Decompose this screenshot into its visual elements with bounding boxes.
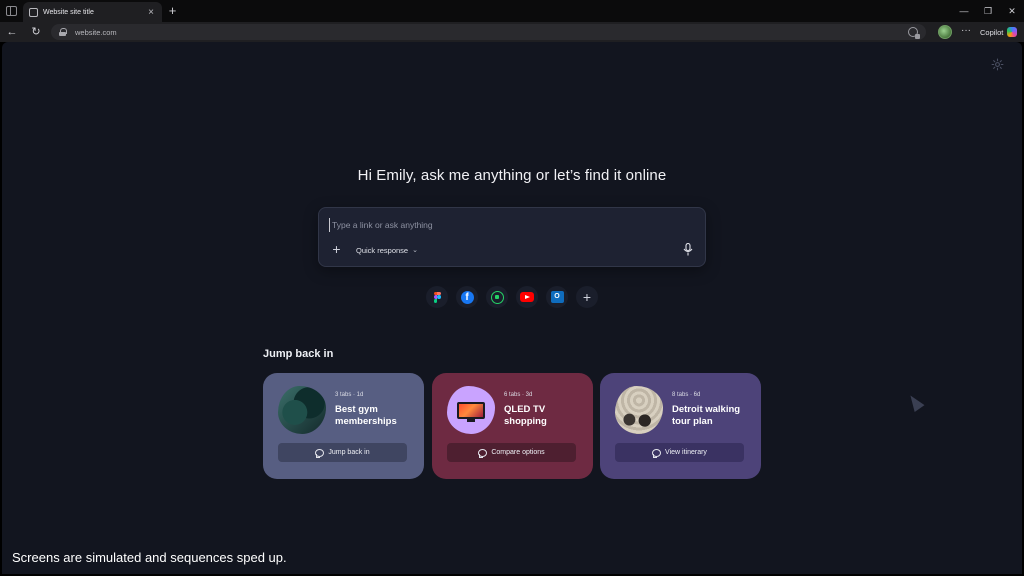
jump-back-in-heading: Jump back in xyxy=(263,348,334,360)
card-title: Detroit walking tour plan xyxy=(672,404,741,427)
shortcut-figma[interactable] xyxy=(426,286,448,308)
response-mode-dropdown[interactable]: Quick response ⌄ xyxy=(352,242,422,258)
plus-icon: + xyxy=(582,289,592,305)
settings-gear-icon[interactable] xyxy=(991,58,1004,71)
jump-back-card-gym[interactable]: 3 tabs · 1d Best gym memberships Jump ba… xyxy=(263,373,424,479)
site-info-icon[interactable] xyxy=(908,27,920,39)
shortcut-youtube[interactable] xyxy=(516,286,538,308)
figma-icon xyxy=(433,291,441,303)
tab-active[interactable]: Website site title × xyxy=(23,2,162,22)
jump-back-in-button[interactable]: Jump back in xyxy=(278,443,407,462)
window-controls: — ❐ ✕ xyxy=(952,0,1024,22)
card-meta: 8 tabs · 6d xyxy=(672,392,701,398)
card-action-label: Compare options xyxy=(491,449,545,456)
lock-icon xyxy=(59,28,67,36)
profile-avatar[interactable] xyxy=(938,25,952,39)
copilot-label: Copilot xyxy=(980,27,1004,37)
card-meta: 6 tabs · 3d xyxy=(504,392,533,398)
shortcuts-row: f O + xyxy=(426,286,598,308)
simulation-disclaimer: Screens are simulated and sequences sped… xyxy=(12,550,287,565)
view-itinerary-button[interactable]: View itinerary xyxy=(615,443,744,462)
greeting-heading: Hi Emily, ask me anything or let’s find … xyxy=(357,167,667,184)
add-attachment-button[interactable]: + xyxy=(329,242,344,257)
ask-input[interactable] xyxy=(329,218,669,232)
new-tab-page: Hi Emily, ask me anything or let’s find … xyxy=(2,42,1022,574)
card-title: QLED TV shopping xyxy=(504,404,547,427)
browser-toolbar: ← ↻ website.com ··· Copilot xyxy=(0,22,1024,42)
reload-button[interactable]: ↻ xyxy=(28,24,44,40)
back-button[interactable]: ← xyxy=(4,24,20,40)
card-thumbnail-image xyxy=(278,386,326,434)
card-title: Best gym memberships xyxy=(335,404,397,427)
card-thumbnail-image xyxy=(447,386,495,434)
copilot-icon xyxy=(1007,27,1018,37)
chat-bubble-icon xyxy=(315,448,325,458)
card-thumbnail-image xyxy=(615,386,663,434)
shortcut-outlook[interactable]: O xyxy=(546,286,568,308)
mouse-cursor-icon xyxy=(905,392,925,412)
tab-favicon-icon xyxy=(29,7,38,17)
youtube-icon xyxy=(520,292,534,302)
card-meta: 3 tabs · 1d xyxy=(335,392,364,398)
card-action-label: View itinerary xyxy=(665,449,707,456)
address-bar[interactable]: website.com xyxy=(51,24,926,40)
facebook-icon: f xyxy=(460,290,474,304)
tv-icon xyxy=(457,401,485,422)
jump-back-card-tv[interactable]: 6 tabs · 3d QLED TV shopping Compare opt… xyxy=(432,373,593,479)
address-bar-url[interactable]: website.com xyxy=(75,28,908,37)
chat-bubble-icon xyxy=(478,448,488,458)
shortcut-facebook[interactable]: f xyxy=(456,286,478,308)
more-menu-button[interactable]: ··· xyxy=(958,24,974,40)
new-tab-button[interactable]: + xyxy=(165,3,180,19)
chat-bubble-icon xyxy=(652,448,662,458)
shortcut-whatsapp[interactable] xyxy=(486,286,508,308)
sidebar-toggle-icon[interactable] xyxy=(6,6,17,16)
whatsapp-icon xyxy=(490,290,504,304)
tab-close-button[interactable]: × xyxy=(146,7,156,18)
chat-composer: + Quick response ⌄ xyxy=(318,207,706,267)
outlook-icon: O xyxy=(550,291,564,303)
close-button[interactable]: ✕ xyxy=(1000,0,1024,22)
copilot-button[interactable]: Copilot xyxy=(980,24,1018,40)
jump-back-card-detroit[interactable]: 8 tabs · 6d Detroit walking tour plan Vi… xyxy=(600,373,761,479)
restore-button[interactable]: ❐ xyxy=(976,0,1000,22)
microphone-icon[interactable] xyxy=(683,243,693,256)
chevron-down-icon: ⌄ xyxy=(412,247,418,254)
title-bar: Website site title × + — ❐ ✕ xyxy=(0,0,1024,22)
card-action-label: Jump back in xyxy=(328,449,370,456)
tab-title: Website site title xyxy=(43,8,94,16)
add-shortcut-button[interactable]: + xyxy=(576,286,598,308)
response-mode-label: Quick response xyxy=(356,245,409,255)
compare-options-button[interactable]: Compare options xyxy=(447,443,576,462)
minimize-button[interactable]: — xyxy=(952,0,976,22)
